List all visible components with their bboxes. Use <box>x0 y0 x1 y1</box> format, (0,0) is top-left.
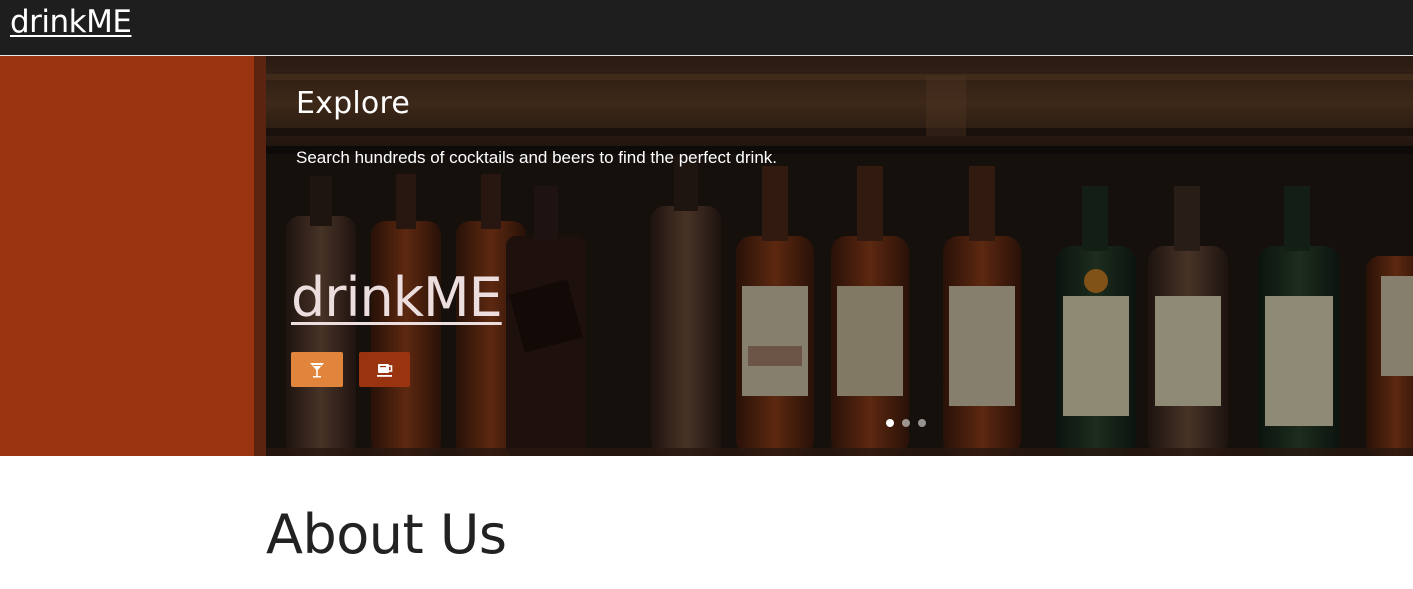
beer-mug-icon <box>376 363 392 377</box>
hero-carousel: Explore Search hundreds of cocktails and… <box>266 56 1413 456</box>
cocktails-button[interactable] <box>291 352 343 387</box>
sidebar-edge <box>254 56 266 456</box>
slide-description: Search hundreds of cocktails and beers t… <box>296 148 777 167</box>
hero-brand-link[interactable]: drinkME <box>291 266 503 329</box>
about-us-heading: About Us <box>266 503 507 566</box>
carousel-dot-3[interactable] <box>918 419 926 427</box>
hero-section: Explore Search hundreds of cocktails and… <box>0 56 1413 456</box>
carousel-dot-1[interactable] <box>886 419 894 427</box>
sidebar-panel <box>0 56 254 456</box>
slide-title: Explore <box>296 86 410 121</box>
beers-button[interactable] <box>359 352 410 387</box>
carousel-dot-2[interactable] <box>902 419 910 427</box>
brand-link[interactable]: drinkME <box>10 4 132 40</box>
navbar: drinkME <box>0 0 1413 56</box>
cocktail-glass-icon <box>310 362 324 377</box>
carousel-dim-overlay <box>266 56 1413 456</box>
carousel-indicators <box>886 419 926 427</box>
